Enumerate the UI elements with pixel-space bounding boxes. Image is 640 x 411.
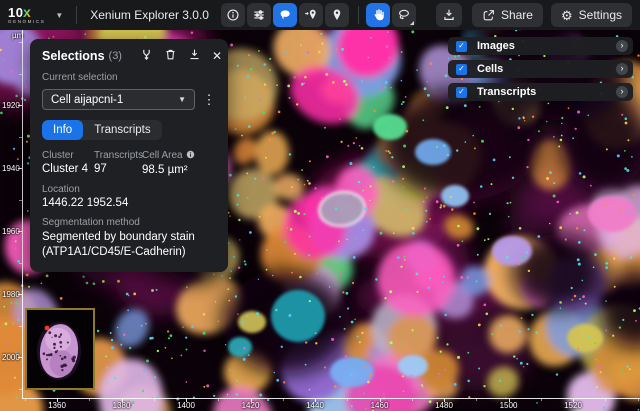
svg-text:x: x [23, 5, 31, 19]
current-selection-dropdown[interactable]: Cell aijapcni-1 ▼ [42, 89, 195, 110]
minimap-thumbnail [27, 310, 93, 388]
layer-label-transcripts: Transcripts [477, 86, 536, 98]
share-label: Share [501, 8, 533, 22]
hand-icon [371, 8, 385, 22]
location-label: Location [42, 184, 216, 195]
layer-row-transcripts[interactable]: ✓ Transcripts › [448, 83, 633, 101]
cluster-label: Cluster [42, 150, 94, 161]
cell-area-info-icon[interactable] [186, 150, 195, 162]
transcripts-value: 97 [94, 163, 142, 175]
check-icon: ✓ [458, 65, 465, 73]
layer-row-cells[interactable]: ✓ Cells › [448, 60, 633, 78]
selections-button[interactable] [273, 3, 297, 27]
images-expand-button[interactable]: › [616, 40, 628, 52]
transcripts-checkbox[interactable]: ✓ [456, 87, 467, 98]
location-value: 1446.22 1952.54 [42, 197, 216, 209]
segmentation-method-value: Segmented by boundary stain (ATP1A1/CD45… [42, 230, 216, 260]
dropdown-value: Cell aijapcni-1 [51, 94, 123, 106]
images-checkbox[interactable]: ✓ [456, 41, 467, 52]
logo-subtext: GENOMICS [8, 20, 45, 25]
cell-area-label: Cell Area [142, 150, 216, 162]
gear-icon: ⚙ [561, 9, 573, 22]
download-icon [442, 8, 456, 22]
layer-row-images[interactable]: ✓ Images › [448, 37, 633, 55]
delete-selection-button[interactable] [164, 48, 177, 63]
main-toolbar: 10 x GENOMICS ▼ Xenium Explorer 3.0.0 [0, 0, 640, 30]
check-icon: ✓ [458, 88, 465, 96]
segmentation-method-label: Segmentation method [42, 217, 216, 228]
share-button[interactable]: Share [472, 3, 543, 27]
lasso-selection-icon [278, 8, 292, 22]
transcripts-expand-button[interactable]: › [616, 86, 628, 98]
settings-button[interactable]: ⚙ Settings [551, 3, 632, 27]
download-button[interactable] [436, 3, 462, 27]
settings-label: Settings [579, 8, 622, 22]
app-title: Xenium Explorer 3.0.0 [90, 8, 209, 22]
cells-expand-button[interactable]: › [616, 63, 628, 75]
logo-text: 10 [8, 6, 23, 19]
lasso-tool-button[interactable] [392, 3, 416, 27]
pin-icon [330, 8, 344, 22]
pin-button[interactable] [325, 3, 349, 27]
combine-icon [140, 48, 153, 61]
pin-arrow-icon [304, 8, 318, 22]
view-settings-button[interactable] [247, 3, 271, 27]
close-panel-button[interactable]: ✕ [212, 50, 222, 62]
check-icon: ✓ [458, 42, 465, 50]
navigate-to-point-button[interactable] [299, 3, 323, 27]
lasso-icon [397, 8, 411, 22]
selections-panel: Selections (3) ✕ Current selection [30, 39, 228, 272]
combine-selections-button[interactable] [140, 48, 153, 63]
selections-panel-title: Selections [42, 49, 105, 63]
transcripts-label: Transcripts [94, 150, 142, 161]
workspace-dropdown-caret[interactable]: ▼ [55, 11, 63, 20]
toolbar-divider [358, 6, 359, 24]
selections-count: (3) [109, 50, 122, 62]
tissue-minimap[interactable] [25, 308, 95, 390]
selection-tabs: Info Transcripts [42, 120, 162, 140]
dropdown-caret-icon: ▼ [178, 95, 186, 104]
tab-transcripts[interactable]: Transcripts [83, 120, 161, 140]
export-download-icon [188, 48, 201, 61]
xenium-explorer-window: µm 1920194019601980200013601380140014201… [0, 0, 640, 411]
info-icon [226, 8, 240, 22]
info-button[interactable] [221, 3, 245, 27]
layer-label-images: Images [477, 40, 515, 52]
trash-icon [164, 48, 177, 61]
pan-tool-button[interactable] [366, 3, 390, 27]
tenx-genomics-logo: 10 x GENOMICS [8, 5, 45, 25]
cells-checkbox[interactable]: ✓ [456, 64, 467, 75]
layer-label-cells: Cells [477, 63, 503, 75]
external-link-icon [482, 9, 495, 22]
toolbar-divider [76, 6, 77, 24]
export-selection-button[interactable] [188, 48, 201, 63]
selection-menu-button[interactable]: ⋮ [202, 92, 216, 108]
cell-area-value: 98.5 µm² [142, 164, 216, 176]
logo-x-glyph: x [23, 5, 34, 19]
tab-info[interactable]: Info [42, 120, 83, 140]
sliders-icon [252, 8, 266, 22]
current-selection-label: Current selection [42, 72, 216, 83]
cluster-value: Cluster 4 [42, 163, 94, 175]
